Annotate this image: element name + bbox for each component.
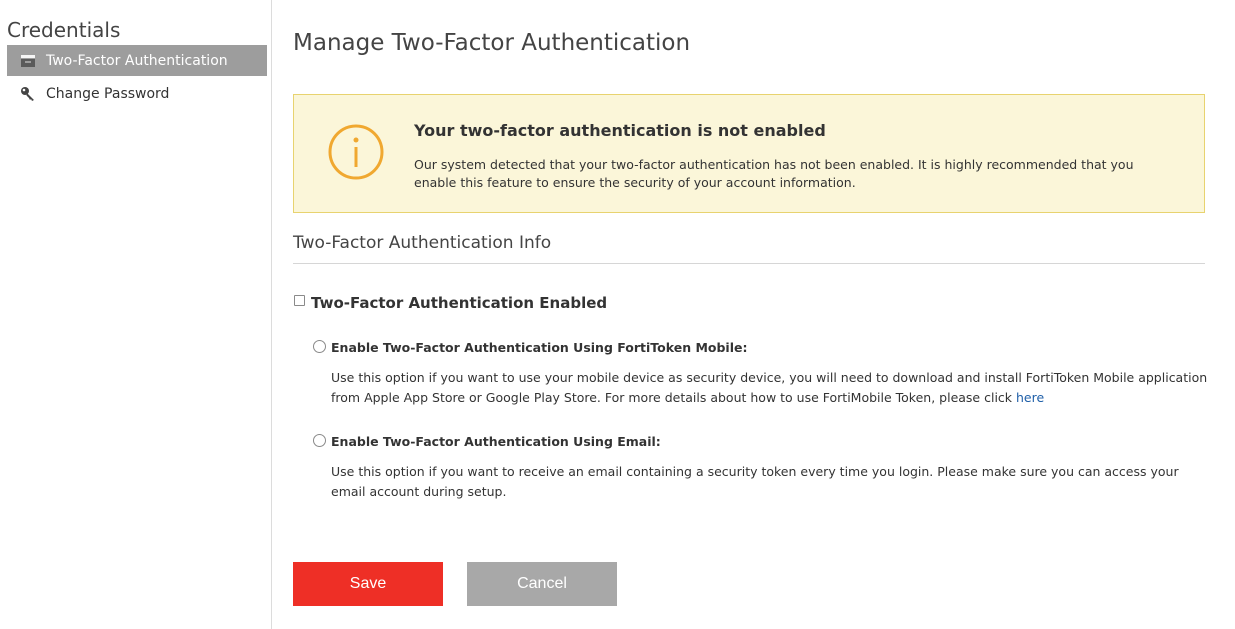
section-divider bbox=[293, 263, 1205, 264]
sidebar-item-label: Two-Factor Authentication bbox=[46, 52, 228, 69]
option-title: Enable Two-Factor Authentication Using E… bbox=[331, 434, 661, 449]
fortitoken-mobile-radio[interactable] bbox=[313, 340, 326, 353]
alert-body: Our system detected that your two-factor… bbox=[414, 157, 1134, 190]
section-title: Two-Factor Authentication Info bbox=[293, 233, 552, 253]
sidebar: Credentials Two-Factor Authentication Ch… bbox=[0, 0, 272, 629]
option-title: Enable Two-Factor Authentication Using F… bbox=[331, 340, 748, 355]
cancel-button[interactable]: Cancel bbox=[467, 562, 617, 606]
alert-banner: Your two-factor authentication is not en… bbox=[293, 94, 1205, 213]
here-link[interactable]: here bbox=[1016, 390, 1044, 405]
sidebar-item-change-password[interactable]: Change Password bbox=[7, 78, 267, 109]
two-factor-enabled-row: Two-Factor Authentication Enabled bbox=[294, 294, 607, 312]
info-icon bbox=[328, 124, 384, 180]
sidebar-item-label: Change Password bbox=[46, 85, 170, 102]
option-description: Use this option if you want to use your … bbox=[331, 368, 1211, 408]
save-button[interactable]: Save bbox=[293, 562, 443, 606]
page-title: Manage Two-Factor Authentication bbox=[293, 30, 691, 56]
sidebar-title: Credentials bbox=[7, 18, 121, 42]
inbox-icon bbox=[20, 53, 36, 69]
sidebar-item-two-factor-authentication[interactable]: Two-Factor Authentication bbox=[7, 45, 267, 76]
option-description-text: Use this option if you want to use your … bbox=[331, 370, 1208, 405]
option-description: Use this option if you want to receive a… bbox=[331, 464, 1179, 499]
two-factor-enabled-label: Two-Factor Authentication Enabled bbox=[311, 294, 608, 312]
alert-heading: Your two-factor authentication is not en… bbox=[414, 121, 826, 140]
email-radio[interactable] bbox=[313, 434, 326, 447]
key-icon bbox=[20, 86, 36, 102]
two-factor-enabled-checkbox[interactable] bbox=[294, 294, 305, 306]
